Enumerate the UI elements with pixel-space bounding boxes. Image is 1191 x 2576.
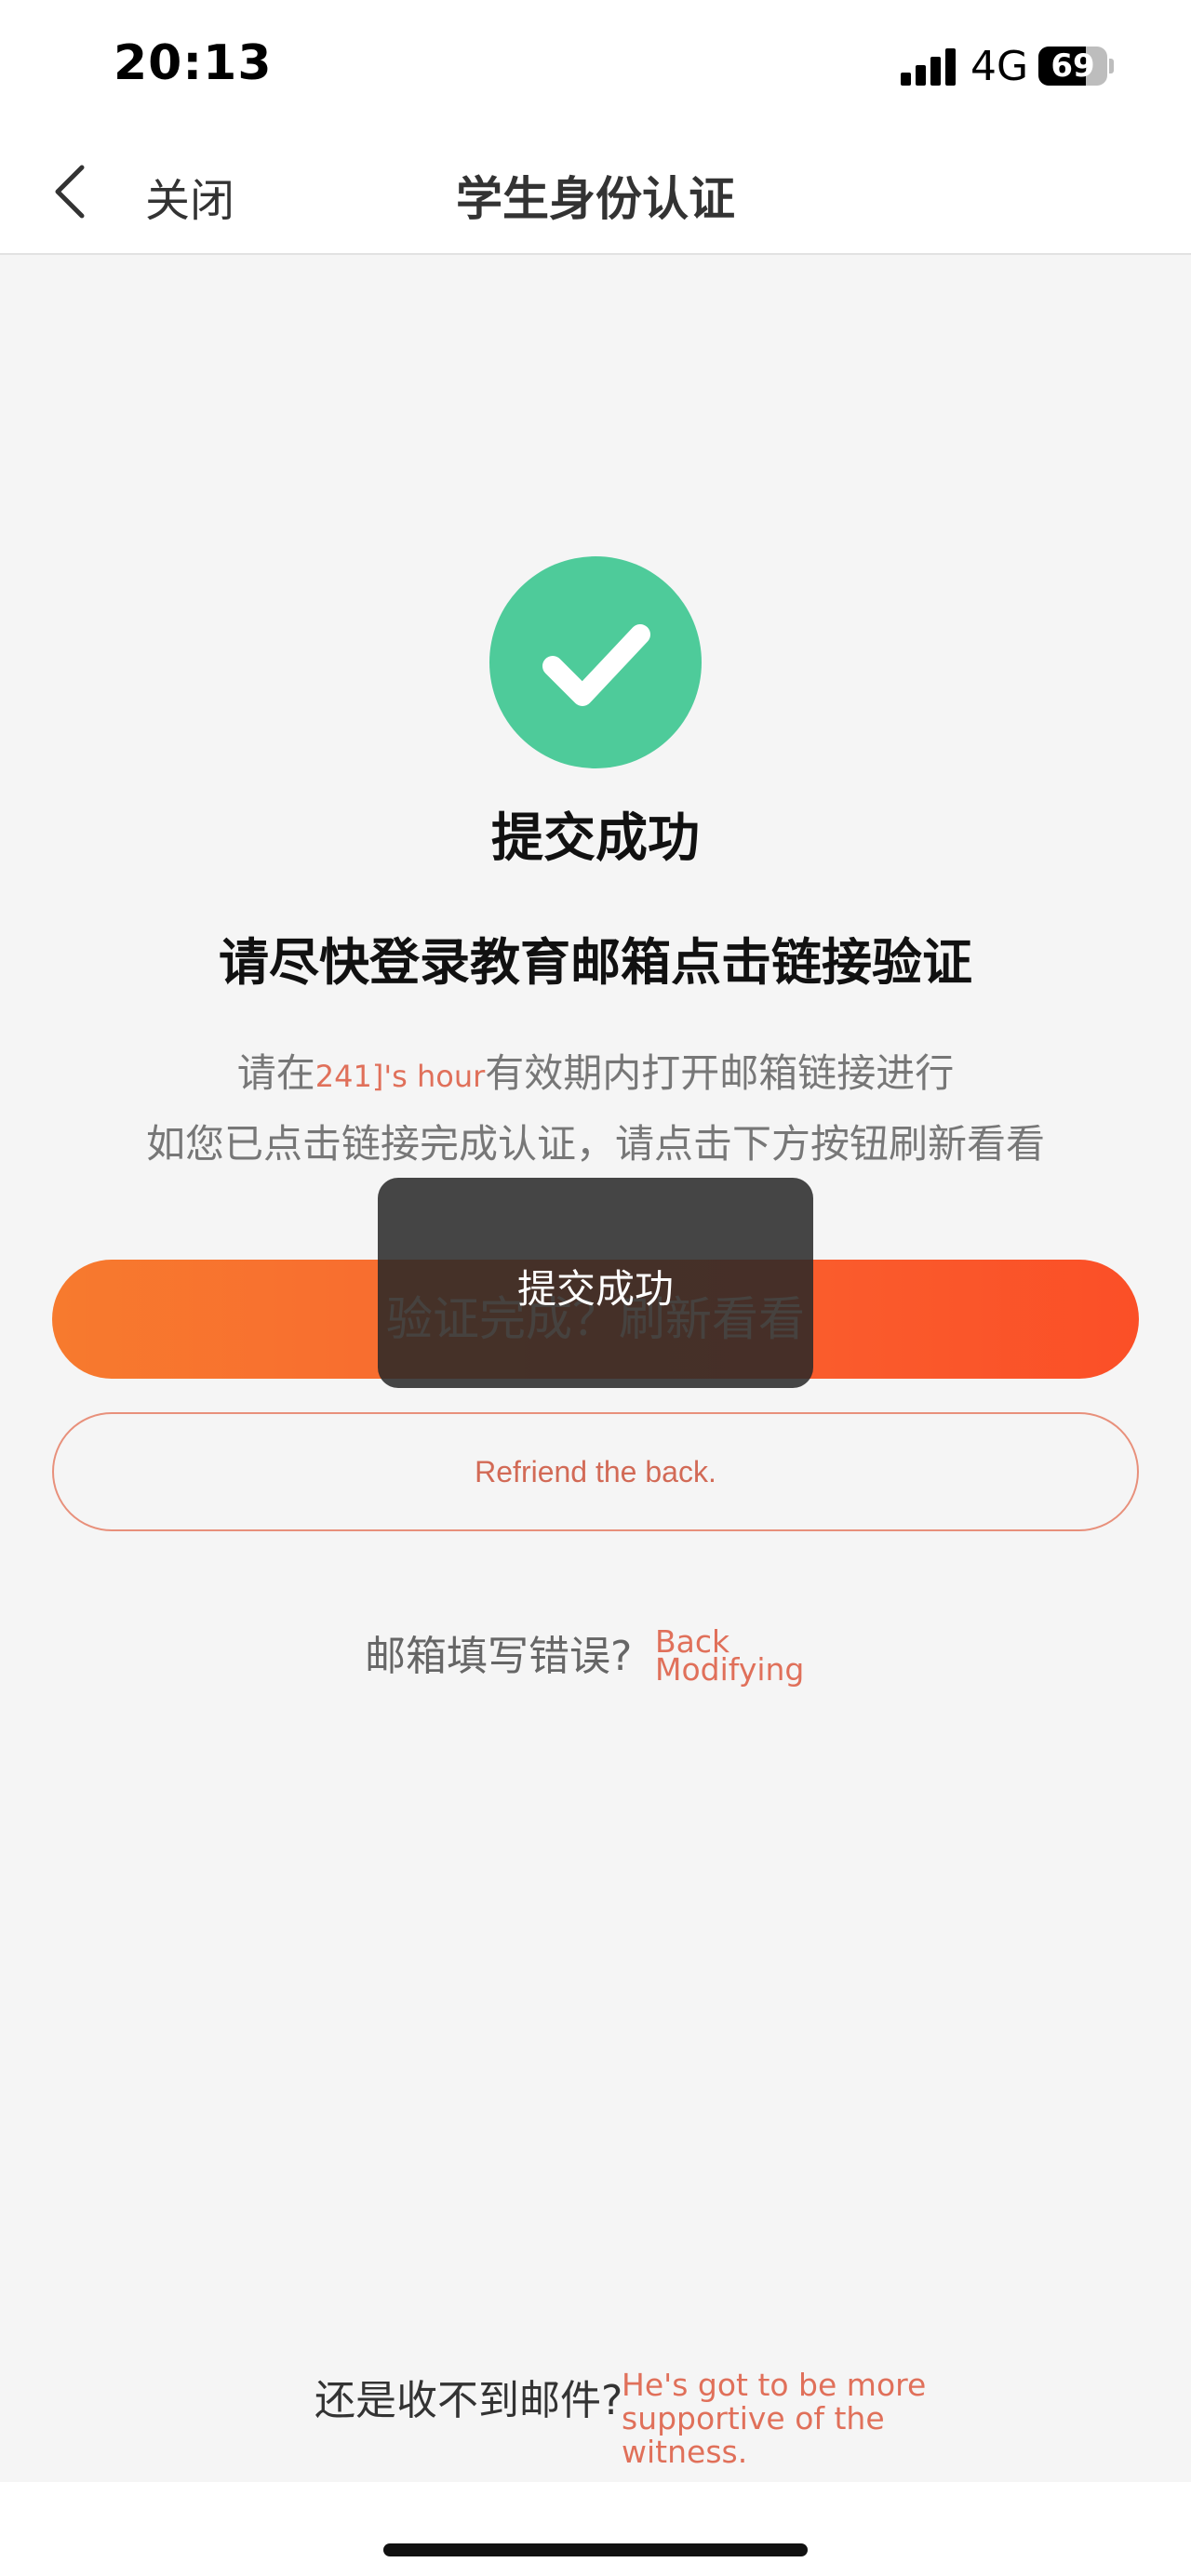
refresh-hint: 如您已点击链接完成认证，请点击下方按钮刷新看看 <box>145 1121 1045 1167</box>
status-bar: 20:13 4G 69 <box>0 0 1191 130</box>
validity-period: 241]'s hour <box>314 1059 486 1094</box>
resend-email-button[interactable]: Refriend the back. <box>52 1412 1139 1531</box>
nav-bar: 关闭 学生身份认证 <box>0 130 1191 255</box>
instruction-heading: 请尽快登录教育邮箱点击链接验证 <box>219 933 972 992</box>
home-indicator[interactable] <box>383 2543 808 2556</box>
email-wrong-label: 邮箱填写错误? <box>365 1633 633 1680</box>
modify-email-link[interactable]: Back Modifying <box>655 1626 841 1685</box>
network-label: 4G <box>970 43 1029 90</box>
validity-info: 请在241]'s hour有效期内打开邮箱链接进行 <box>0 1042 1191 1099</box>
success-title: 提交成功 <box>491 808 700 869</box>
battery-level: 69 <box>1050 47 1095 85</box>
page: 20:13 4G 69 关闭 学生身份认证 提交成功 请尽快登录教育邮箱点击链接… <box>0 0 1191 2576</box>
support-link[interactable]: He's got to be more supportive of the wi… <box>622 2369 938 2469</box>
signal-bars-icon <box>901 48 957 86</box>
status-time: 20:13 <box>114 35 273 91</box>
toast-text: 提交成功 <box>516 1266 674 1312</box>
battery-icon: 69 <box>1038 47 1114 86</box>
validity-prefix: 请在 <box>236 1050 315 1096</box>
toast: 提交成功 <box>378 1178 813 1388</box>
validity-suffix: 有效期内打开邮箱链接进行 <box>485 1050 955 1096</box>
bottom-bar <box>0 2482 1191 2576</box>
no-email-label: 还是收不到邮件? <box>314 2377 623 2424</box>
page-title: 学生身份认证 <box>456 172 735 226</box>
check-circle-icon <box>489 556 702 768</box>
